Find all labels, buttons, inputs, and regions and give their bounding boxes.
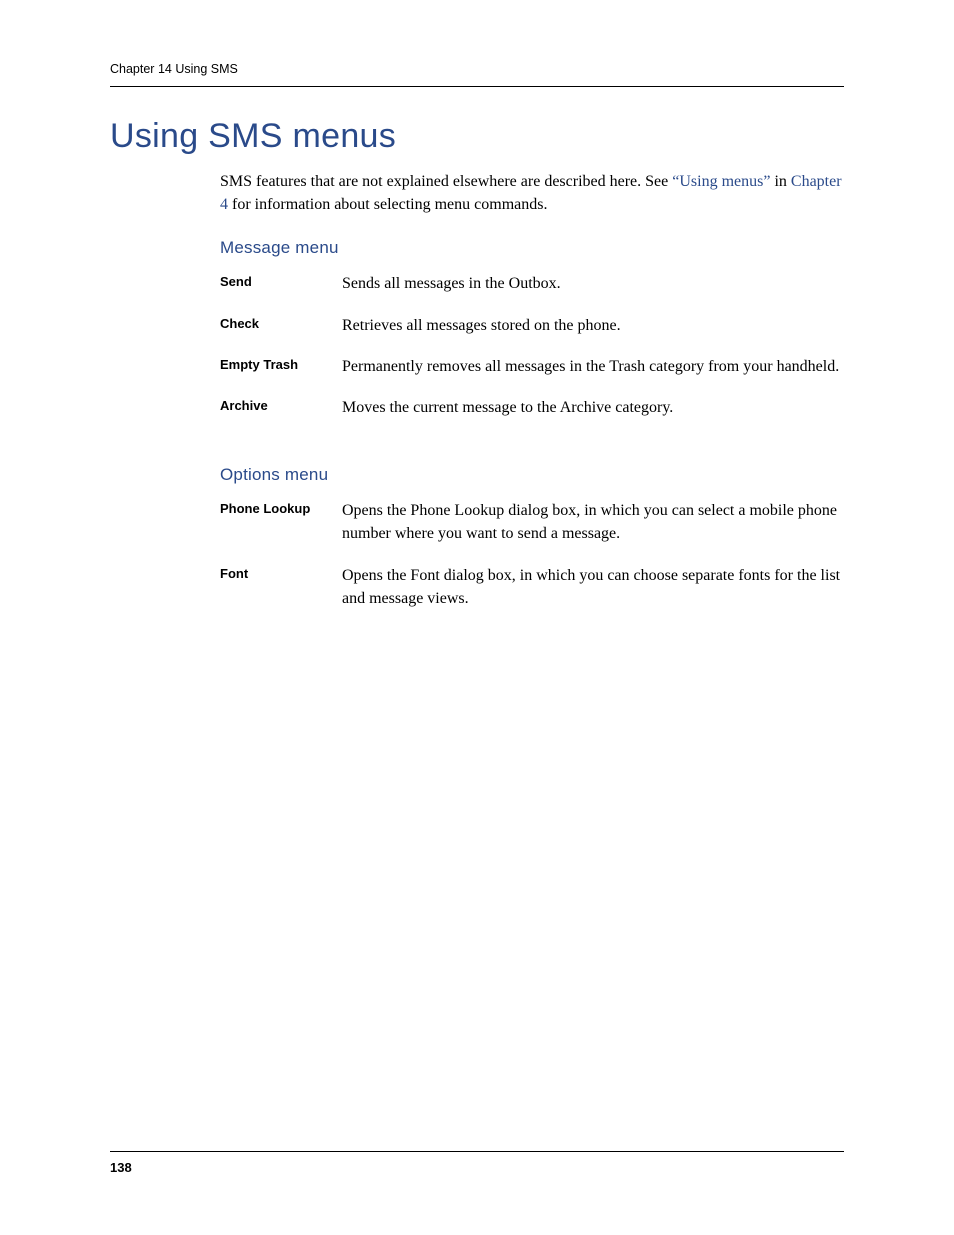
table-row: Font Opens the Font dialog box, in which…: [220, 564, 844, 628]
table-row: Phone Lookup Opens the Phone Lookup dial…: [220, 499, 844, 563]
options-menu-table: Phone Lookup Opens the Phone Lookup dial…: [220, 499, 844, 628]
desc-phone-lookup: Opens the Phone Lookup dialog box, in wh…: [342, 499, 844, 563]
intro-text-mid: in: [770, 173, 790, 190]
desc-font: Opens the Font dialog box, in which you …: [342, 564, 844, 628]
message-menu-table: Send Sends all messages in the Outbox. C…: [220, 272, 844, 437]
intro-text-post: for information about selecting menu com…: [228, 196, 547, 213]
term-check: Check: [220, 314, 342, 355]
page-number: 138: [110, 1151, 844, 1175]
table-row: Check Retrieves all messages stored on t…: [220, 314, 844, 355]
content-block: SMS features that are not explained else…: [220, 170, 844, 628]
term-phone-lookup: Phone Lookup: [220, 499, 342, 563]
term-archive: Archive: [220, 396, 342, 437]
intro-paragraph: SMS features that are not explained else…: [220, 170, 844, 216]
term-empty-trash: Empty Trash: [220, 355, 342, 396]
subhead-options-menu: Options menu: [220, 465, 844, 485]
running-header: Chapter 14 Using SMS: [110, 62, 844, 87]
desc-send: Sends all messages in the Outbox.: [342, 272, 844, 313]
desc-check: Retrieves all messages stored on the pho…: [342, 314, 844, 355]
page-title: Using SMS menus: [110, 117, 844, 156]
link-using-menus[interactable]: “Using menus”: [672, 173, 770, 190]
term-font: Font: [220, 564, 342, 628]
term-send: Send: [220, 272, 342, 313]
desc-archive: Moves the current message to the Archive…: [342, 396, 844, 437]
page: Chapter 14 Using SMS Using SMS menus SMS…: [0, 0, 954, 1235]
intro-text-pre: SMS features that are not explained else…: [220, 173, 672, 190]
table-row: Empty Trash Permanently removes all mess…: [220, 355, 844, 396]
subhead-message-menu: Message menu: [220, 238, 844, 258]
table-row: Send Sends all messages in the Outbox.: [220, 272, 844, 313]
desc-empty-trash: Permanently removes all messages in the …: [342, 355, 844, 396]
table-row: Archive Moves the current message to the…: [220, 396, 844, 437]
